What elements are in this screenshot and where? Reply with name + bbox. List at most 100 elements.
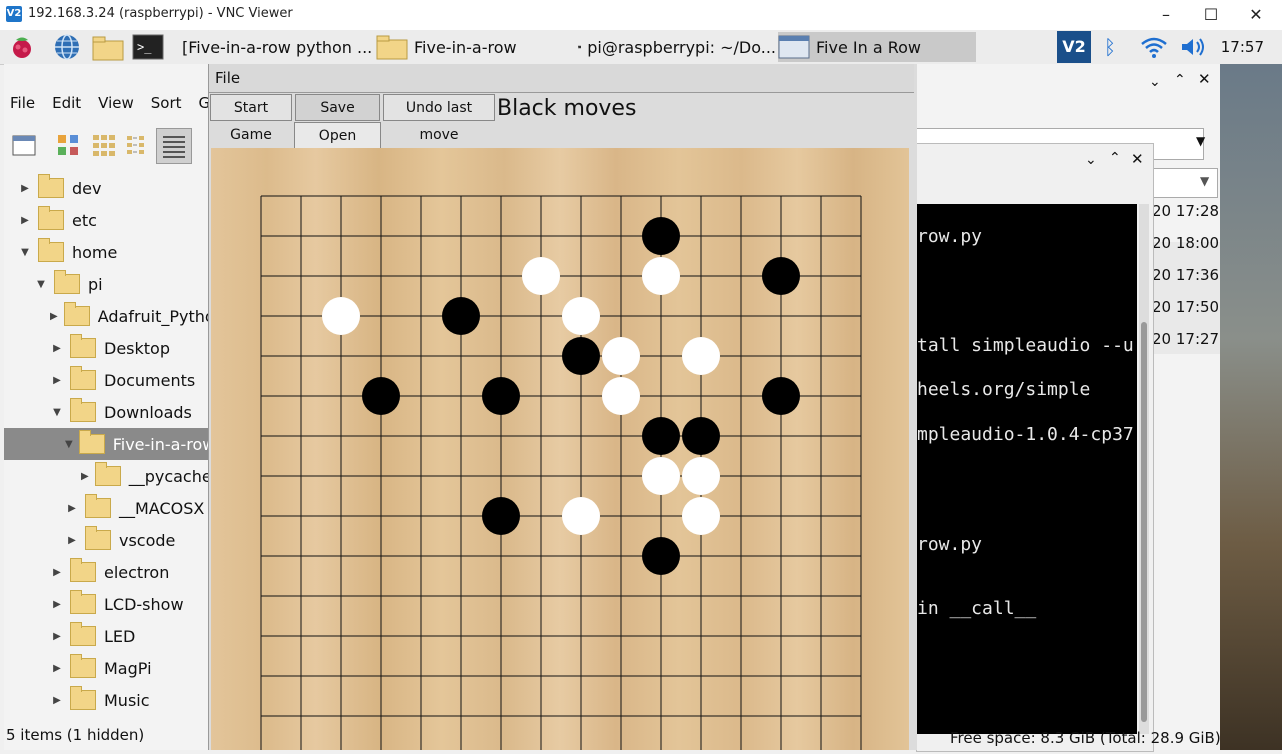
tree-item[interactable]: ▼ pi xyxy=(4,268,208,300)
tree-item[interactable]: ▶ LCD-show xyxy=(4,588,208,620)
window-title: 192.168.3.24 (raspberrypi) - VNC Viewer xyxy=(28,6,293,21)
thumbnail-view-icon[interactable] xyxy=(91,132,117,158)
tree-item[interactable]: ▶ Documents xyxy=(4,364,208,396)
raspberry-menu-icon[interactable] xyxy=(8,33,36,61)
task-folder[interactable]: Five-in-a-row xyxy=(376,32,572,62)
chevron-down-icon[interactable]: ⌄ xyxy=(1085,152,1097,168)
terminal-icon: >_ xyxy=(578,45,582,48)
volume-icon[interactable] xyxy=(1180,36,1208,58)
open-game-menu-item[interactable]: Open Game xyxy=(294,122,381,171)
file-manager-icon[interactable] xyxy=(92,33,124,61)
tree-item-label: LED xyxy=(104,626,136,646)
browser-globe-icon[interactable] xyxy=(53,33,81,61)
expander-icon[interactable]: ▼ xyxy=(18,247,32,258)
terminal-line: in __call__ xyxy=(917,598,1037,619)
black-stone xyxy=(762,377,800,415)
save-game-button[interactable]: Save Game xyxy=(295,94,380,143)
start-game-button[interactable]: Start Game xyxy=(210,94,292,143)
terminal-output[interactable]: row.py tall simpleaudio --u heels.org/si… xyxy=(917,204,1137,734)
modified-time: 20 17:36 xyxy=(1152,266,1220,284)
expander-icon[interactable]: ▼ xyxy=(65,439,73,450)
tree-item[interactable]: ▶ Music xyxy=(4,684,208,716)
tree-item[interactable]: ▶ MagPi xyxy=(4,652,208,684)
maximize-button[interactable]: ☐ xyxy=(1191,3,1231,27)
filter-dropdown-icon[interactable]: ▼ xyxy=(1200,174,1209,188)
chevron-up-icon[interactable]: ⌃ xyxy=(1109,150,1121,166)
bluetooth-icon[interactable]: ᛒ xyxy=(1104,35,1116,59)
chevron-up-icon[interactable]: ⌃ xyxy=(1174,72,1186,88)
tree-item[interactable]: ▼ Downloads xyxy=(4,396,208,428)
expander-icon[interactable]: ▶ xyxy=(50,663,64,674)
folder-icon xyxy=(94,462,121,486)
expander-icon[interactable]: ▶ xyxy=(18,215,32,226)
vnc-tray-icon[interactable]: V2 xyxy=(1057,31,1091,63)
white-stone xyxy=(522,257,560,295)
folder-icon xyxy=(38,238,64,262)
fm-toolbar xyxy=(4,126,208,166)
tree-item-label: home xyxy=(72,242,118,262)
tree-item-label: Documents xyxy=(104,370,196,390)
folder-icon xyxy=(376,35,408,60)
task-five-in-a-row[interactable]: Five In a Row xyxy=(778,32,976,62)
expander-icon[interactable]: ▶ xyxy=(50,599,64,610)
new-window-icon[interactable] xyxy=(11,132,37,158)
tree-item[interactable]: ▶ __MACOSX xyxy=(4,492,208,524)
compact-view-icon[interactable] xyxy=(125,132,151,158)
folder-icon xyxy=(70,686,96,710)
tree-item[interactable]: ▶ etc xyxy=(4,204,208,236)
minimize-button[interactable]: – xyxy=(1146,3,1186,27)
expander-icon[interactable]: ▶ xyxy=(50,631,64,642)
expander-icon[interactable]: ▶ xyxy=(50,375,64,386)
black-stone xyxy=(642,217,680,255)
folder-icon xyxy=(85,526,111,550)
undo-button[interactable]: Undo last move xyxy=(383,94,495,143)
chevron-down-icon[interactable]: ⌄ xyxy=(1149,74,1161,90)
tree-item[interactable]: ▼ home xyxy=(4,236,208,268)
board-grid[interactable] xyxy=(211,148,909,754)
expander-icon[interactable]: ▼ xyxy=(34,279,48,290)
task-browser[interactable]: [Five-in-a-row python ... xyxy=(176,32,372,62)
terminal-line: row.py xyxy=(917,534,983,555)
tree-item[interactable]: ▶ vscode xyxy=(4,524,208,556)
tree-item-label: Music xyxy=(104,690,150,710)
white-stone xyxy=(642,257,680,295)
black-stone xyxy=(682,417,720,455)
menu-sort[interactable]: Sort xyxy=(151,94,182,112)
tree-item[interactable]: ▼ Five-in-a-row xyxy=(4,428,208,460)
expander-icon[interactable]: ▶ xyxy=(18,183,32,194)
icon-view-icon[interactable] xyxy=(56,132,82,158)
tree-item[interactable]: ▶ __pycache_ xyxy=(4,460,208,492)
close-icon[interactable]: ✕ xyxy=(1198,70,1211,88)
task-terminal[interactable]: >_ pi@raspberrypi: ~/Do... xyxy=(578,32,776,62)
expander-icon[interactable]: ▶ xyxy=(50,567,64,578)
vnc-logo-icon: V2 xyxy=(6,6,22,22)
expander-icon[interactable]: ▼ xyxy=(50,407,64,418)
taskbar: >_ [Five-in-a-row python ... Five-in-a-r… xyxy=(0,30,1282,65)
tree-item[interactable]: ▶ electron xyxy=(4,556,208,588)
close-icon[interactable]: ✕ xyxy=(1131,150,1144,168)
terminal-scrollbar[interactable] xyxy=(1139,204,1149,734)
svg-text:>_: >_ xyxy=(137,40,152,54)
tree-item[interactable]: ▶ LED xyxy=(4,620,208,652)
menu-edit[interactable]: Edit xyxy=(52,94,81,112)
tree-item[interactable]: ▶ Desktop xyxy=(4,332,208,364)
expander-icon[interactable]: ▶ xyxy=(50,695,64,706)
list-view-button[interactable] xyxy=(156,128,192,164)
menu-view[interactable]: View xyxy=(98,94,134,112)
expander-icon[interactable]: ▶ xyxy=(50,343,64,354)
path-dropdown-icon[interactable]: ▼ xyxy=(1196,134,1205,148)
tree-item[interactable]: ▶ dev xyxy=(4,172,208,204)
tree-item[interactable]: ▶ Adafruit_Python xyxy=(4,300,208,332)
game-board[interactable] xyxy=(211,148,909,754)
menu-file[interactable]: File xyxy=(215,69,240,87)
menu-file[interactable]: File xyxy=(10,94,35,112)
terminal-line: tall simpleaudio --u xyxy=(917,335,1134,356)
tree-item-label: LCD-show xyxy=(104,594,184,614)
close-button[interactable]: ✕ xyxy=(1236,3,1276,27)
expander-icon[interactable]: ▶ xyxy=(65,535,79,546)
expander-icon[interactable]: ▶ xyxy=(81,471,89,482)
wifi-icon[interactable] xyxy=(1140,35,1168,59)
expander-icon[interactable]: ▶ xyxy=(65,503,79,514)
terminal-icon[interactable]: >_ xyxy=(132,33,164,61)
expander-icon[interactable]: ▶ xyxy=(50,311,58,322)
